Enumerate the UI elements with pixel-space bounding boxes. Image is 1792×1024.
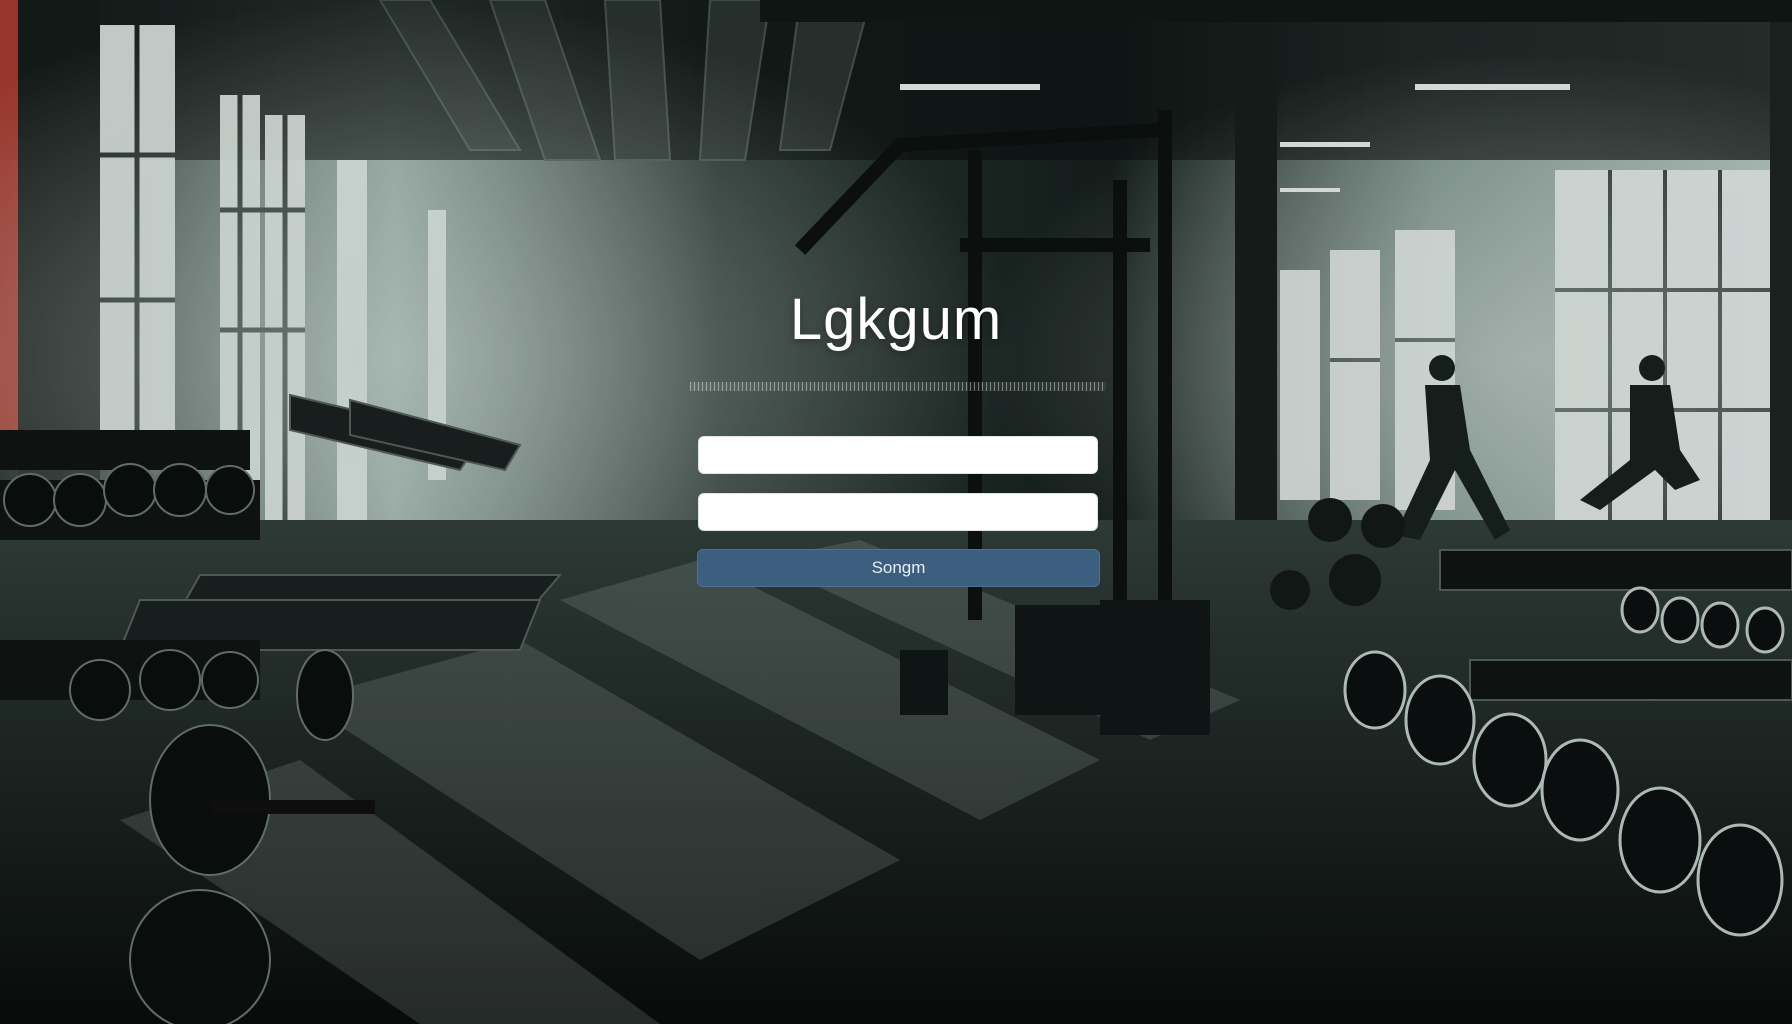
title-divider: [690, 382, 1106, 391]
login-screen: Lgkgum Songm: [0, 0, 1792, 1024]
login-form: Lgkgum Songm: [684, 280, 1108, 600]
username-field[interactable]: [698, 436, 1098, 474]
login-title: Lgkgum: [789, 287, 1003, 352]
password-field[interactable]: [698, 493, 1098, 531]
sign-in-button[interactable]: Songm: [697, 549, 1100, 587]
